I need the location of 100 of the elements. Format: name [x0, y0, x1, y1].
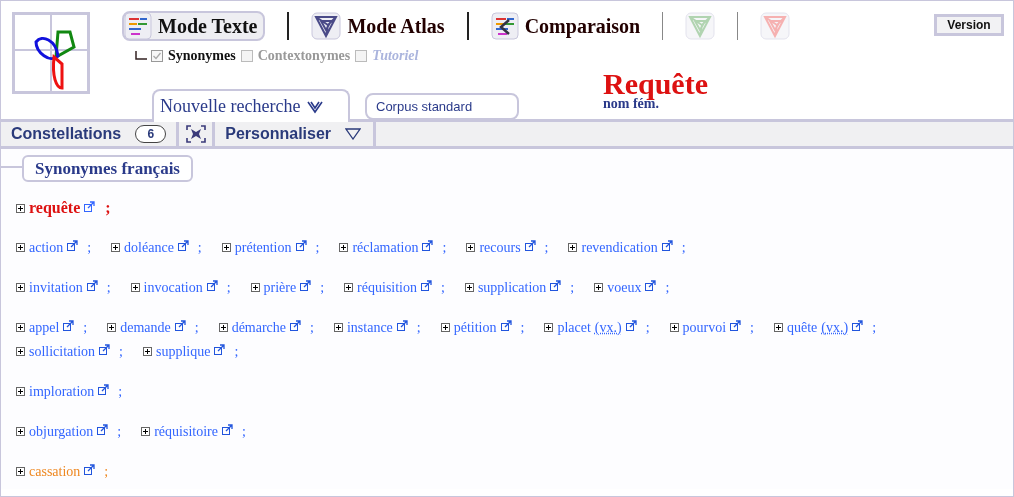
synonym-link[interactable]: réquisitoire — [154, 424, 218, 439]
external-link-icon[interactable] — [550, 280, 562, 291]
synonym-link[interactable]: doléance — [124, 240, 174, 255]
external-link-icon[interactable] — [177, 240, 189, 251]
option-label[interactable]: Synonymes — [168, 45, 236, 66]
external-link-icon[interactable] — [221, 424, 233, 435]
external-link-icon[interactable] — [625, 320, 637, 331]
expand-icon[interactable] — [16, 347, 25, 356]
synonym-link[interactable]: revendication — [581, 240, 658, 255]
expand-icon[interactable] — [130, 283, 140, 292]
external-link-icon[interactable] — [500, 320, 512, 331]
expand-icon[interactable] — [568, 243, 578, 252]
external-link-icon[interactable] — [84, 464, 96, 475]
expand-icon[interactable] — [344, 283, 354, 292]
expand-icon[interactable] — [141, 427, 151, 436]
synonym-link[interactable]: action — [29, 240, 64, 255]
external-link-icon[interactable] — [295, 240, 307, 251]
expand-icon[interactable] — [466, 243, 476, 252]
expand-icon[interactable] — [339, 243, 349, 252]
external-link-icon[interactable] — [645, 280, 657, 291]
external-link-icon[interactable] — [524, 240, 536, 251]
synonym-link[interactable]: démarche — [231, 320, 287, 335]
synonym-link[interactable]: appel — [29, 320, 60, 335]
mode-tab[interactable]: Comparaison — [490, 11, 641, 41]
synonym-link[interactable]: réclamation — [352, 240, 419, 255]
synonym-link[interactable]: pétition — [453, 320, 497, 335]
expand-icon[interactable] — [333, 323, 343, 332]
external-link-icon[interactable] — [206, 280, 218, 291]
external-link-icon[interactable] — [98, 384, 110, 395]
synonym-link[interactable]: sollicitation — [29, 344, 96, 359]
expand-icon[interactable] — [16, 467, 25, 476]
expand-icon[interactable] — [16, 427, 25, 436]
expand-icon[interactable] — [16, 243, 25, 252]
expand-icon[interactable] — [250, 283, 260, 292]
logo[interactable] — [12, 12, 90, 94]
external-link-icon[interactable] — [84, 201, 96, 212]
constellations-label[interactable]: Constellations — [11, 122, 122, 146]
expand-icon[interactable] — [544, 323, 554, 332]
synonym-link[interactable]: voeux — [607, 280, 642, 295]
external-link-icon[interactable] — [97, 424, 109, 435]
chevron-down-icon — [306, 99, 325, 114]
corpus-field[interactable]: Corpus standard — [365, 93, 519, 120]
external-link-icon[interactable] — [99, 344, 111, 355]
separator: ; — [750, 320, 754, 335]
synonym-link[interactable]: objurgation — [29, 424, 94, 439]
synonym-link[interactable]: requête — [29, 199, 81, 216]
external-link-icon[interactable] — [86, 280, 98, 291]
new-search-tab[interactable]: Nouvelle recherche — [152, 89, 350, 122]
expand-icon[interactable] — [221, 243, 231, 252]
version-button[interactable]: Version — [934, 14, 1004, 36]
expand-icon[interactable] — [440, 323, 450, 332]
synonym-link[interactable]: prière — [263, 280, 297, 295]
synonym-link[interactable]: instance — [346, 320, 393, 335]
mode-tab[interactable]: Mode Texte — [122, 11, 266, 41]
expand-icon[interactable] — [218, 323, 228, 332]
synonym-link[interactable]: demande — [120, 320, 171, 335]
external-link-icon[interactable] — [852, 320, 864, 331]
external-link-icon[interactable] — [421, 280, 432, 291]
synonym-link[interactable]: cassation — [29, 464, 81, 479]
synonym-link[interactable]: supplication — [477, 280, 547, 295]
external-link-icon[interactable] — [396, 320, 408, 331]
expand-icon[interactable] — [669, 323, 679, 332]
expand-icon[interactable] — [107, 323, 117, 332]
external-link-icon[interactable] — [661, 240, 673, 251]
external-link-icon[interactable] — [290, 320, 302, 331]
synonym-link[interactable]: supplique — [156, 344, 211, 359]
external-link-icon[interactable] — [63, 320, 75, 331]
expand-icon[interactable] — [594, 283, 604, 292]
synonym-link[interactable]: réquisition — [357, 280, 417, 295]
separator: ; — [197, 240, 202, 255]
synonym-link[interactable]: invocation — [143, 280, 203, 295]
customize-dropdown[interactable]: Personnaliser — [215, 122, 377, 146]
external-link-icon[interactable] — [300, 280, 312, 291]
synonym-link[interactable]: recours — [479, 240, 521, 255]
synonym-link[interactable]: pourvoi — [682, 320, 727, 335]
separator: ; — [665, 280, 670, 295]
expand-icon[interactable] — [16, 387, 25, 396]
separator: ; — [117, 424, 122, 439]
synonym-link[interactable]: imploration — [29, 384, 95, 399]
synonym-link[interactable]: prétention — [234, 240, 292, 255]
synonym-link[interactable]: placet — [557, 320, 591, 335]
synonym-link[interactable]: quête — [787, 320, 818, 335]
expand-icon[interactable] — [464, 283, 474, 292]
expand-icon[interactable] — [16, 283, 25, 292]
separator: ; — [118, 384, 123, 399]
checkbox[interactable] — [151, 49, 163, 62]
external-link-icon[interactable] — [422, 240, 434, 251]
external-link-icon[interactable] — [174, 320, 186, 331]
expand-icon[interactable] — [16, 323, 25, 332]
expand-icon[interactable] — [143, 347, 152, 356]
external-link-icon[interactable] — [214, 344, 226, 355]
external-link-icon[interactable] — [730, 320, 742, 331]
expand-icon[interactable] — [16, 204, 25, 213]
usage-note: (vx.) — [594, 320, 622, 335]
expand-icon[interactable] — [774, 323, 783, 332]
count-badge[interactable]: 6 — [135, 125, 167, 143]
expand-icon[interactable] — [111, 243, 121, 252]
synonym-link[interactable]: invitation — [29, 280, 83, 295]
external-link-icon[interactable] — [67, 240, 79, 251]
mode-tab[interactable]: Mode Atlas — [311, 11, 445, 41]
